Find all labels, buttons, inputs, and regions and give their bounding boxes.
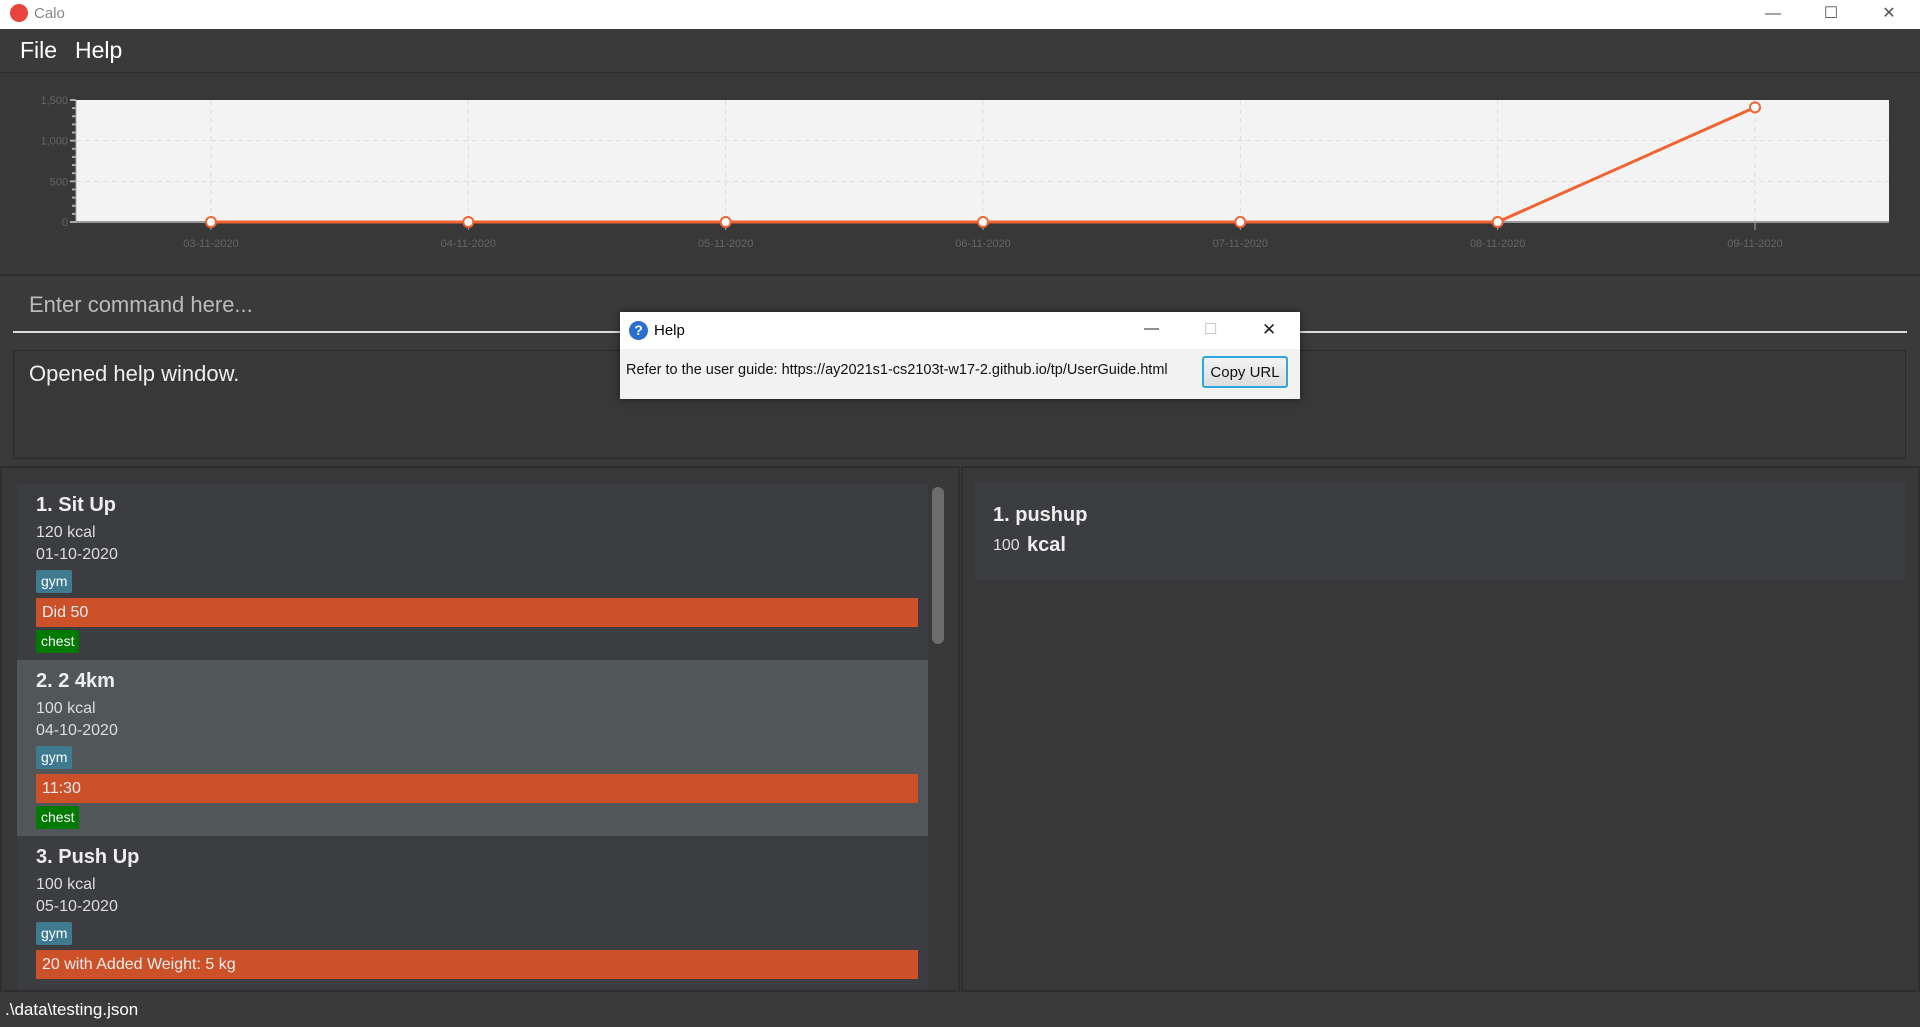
exercise-date: 01-10-2020 — [36, 546, 118, 563]
tag-chest: chest — [36, 806, 80, 829]
exercise-calories: 100 kcal — [36, 876, 96, 893]
help-dialog-title: Help — [654, 322, 685, 339]
y-tick-label: 0 — [62, 217, 68, 229]
help-maximize-button[interactable]: ☐ — [1204, 320, 1217, 338]
data-point — [1234, 216, 1247, 228]
help-dialog: ? Help — ☐ ✕ Refer to the user guide: ht… — [620, 312, 1300, 399]
exercise-card[interactable]: 3. Push Up 100 kcal 05-10-2020 gym 20 wi… — [17, 836, 928, 990]
exercise-description: Did 50 — [36, 598, 918, 627]
exercise-description: 11:30 — [36, 774, 918, 803]
exercise-card[interactable]: 2. 2 4km 100 kcal 04-10-2020 gym 11:30 c… — [17, 660, 928, 836]
calorie-chart-panel: 0 500 1,000 1,500 03-11-2020 04-11-2020 05-11-… — [0, 73, 1920, 276]
exercise-title: 2. 2 4km — [36, 670, 115, 692]
exercise-date: 04-10-2020 — [36, 722, 118, 739]
exercise-description: 20 with Added Weight: 5 kg — [36, 950, 918, 979]
data-point — [462, 216, 475, 228]
template-card[interactable]: 1. pushup 100 kcal — [975, 482, 1905, 580]
menu-help[interactable]: Help — [75, 37, 122, 64]
copy-url-button[interactable]: Copy URL — [1202, 356, 1288, 388]
x-tick-label: 06-11-2020 — [955, 238, 1010, 250]
tag-chest: chest — [36, 630, 80, 653]
window-title-bar: Calo — ☐ ✕ — [0, 0, 1920, 29]
exercise-calories: 120 kcal — [36, 524, 96, 541]
minimize-button[interactable]: — — [1750, 0, 1796, 29]
template-calories: 100 — [993, 537, 1020, 554]
x-tick-label: 03-11-2020 — [183, 238, 238, 250]
tag-gym: gym — [36, 746, 73, 769]
maximize-button[interactable]: ☐ — [1808, 0, 1854, 29]
data-point — [977, 216, 989, 228]
tag-gym: gym — [36, 922, 73, 945]
x-tick-label: 09-11-2020 — [1727, 238, 1782, 250]
x-tick-label: 08-11-2020 — [1470, 238, 1525, 250]
data-file-path: .\data\testing.json — [5, 1000, 139, 1019]
template-title: 1. pushup — [993, 504, 1088, 526]
status-bar: .\data\testing.json — [0, 992, 1920, 1027]
help-close-button[interactable]: ✕ — [1262, 320, 1276, 340]
window-title: Calo — [34, 5, 65, 22]
x-tick-label: 07-11-2020 — [1213, 238, 1268, 250]
data-point — [205, 216, 217, 228]
app-icon — [10, 4, 28, 22]
close-button[interactable]: ✕ — [1866, 0, 1912, 29]
exercise-title: 3. Push Up — [36, 846, 140, 868]
menu-bar: File Help — [0, 29, 1920, 73]
help-icon: ? — [629, 321, 648, 340]
exercise-list[interactable]: 1. Sit Up 120 kcal 01-10-2020 gym Did 50… — [0, 466, 960, 992]
tag-gym: gym — [36, 570, 73, 593]
y-tick-label: 500 — [50, 176, 68, 188]
x-tick-label: 05-11-2020 — [698, 238, 753, 250]
exercise-date: 05-10-2020 — [36, 898, 118, 915]
y-tick-label: 1,000 — [40, 136, 68, 148]
template-calories-unit: kcal — [1027, 534, 1066, 556]
data-point — [1491, 216, 1504, 228]
result-text: Opened help window. — [29, 361, 240, 386]
exercise-card[interactable]: 1. Sit Up 120 kcal 01-10-2020 gym Did 50… — [17, 484, 928, 660]
menu-file[interactable]: File — [20, 37, 57, 64]
exercise-list-scrollbar[interactable] — [932, 487, 944, 644]
exercise-title: 1. Sit Up — [36, 494, 117, 516]
help-minimize-button[interactable]: — — [1144, 320, 1159, 337]
x-tick-label: 04-11-2020 — [441, 238, 496, 250]
help-message: Refer to the user guide: https://ay2021s… — [626, 362, 1168, 378]
data-point — [1749, 101, 1761, 114]
y-tick-label: 1,500 — [40, 95, 68, 107]
calorie-line-chart: 0 500 1,000 1,500 03-11-2020 04-11-2020 05-11-… — [40, 95, 1889, 250]
exercise-calories: 100 kcal — [36, 700, 96, 717]
data-point — [719, 216, 732, 228]
help-dialog-title-bar: ? Help — ☐ ✕ — [620, 312, 1300, 349]
